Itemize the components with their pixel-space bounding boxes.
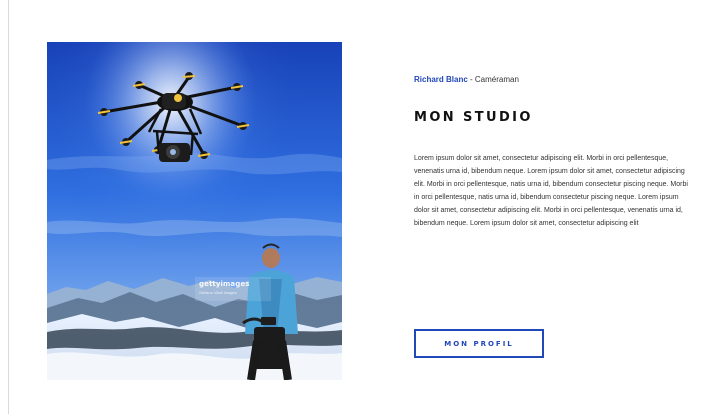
page-title: MON STUDIO bbox=[414, 110, 533, 125]
drone-photo-illustration bbox=[47, 42, 342, 380]
left-divider bbox=[8, 0, 9, 414]
byline-separator: - bbox=[467, 75, 475, 84]
author-role: Caméraman bbox=[474, 75, 519, 84]
studio-content: Richard Blanc - Caméraman MON STUDIO Lor… bbox=[414, 74, 690, 237]
photo-watermark: gettyimages Stefano Vitali Images bbox=[195, 277, 271, 301]
studio-description: Lorem ipsum dolor sit amet, consectetur … bbox=[414, 155, 688, 227]
byline: Richard Blanc - Caméraman bbox=[414, 74, 690, 86]
watermark-subtitle: Stefano Vitali Images bbox=[199, 290, 237, 295]
author-name: Richard Blanc bbox=[414, 75, 468, 84]
watermark-brand: gettyimages bbox=[199, 280, 250, 288]
hero-photo: gettyimages Stefano Vitali Images bbox=[47, 42, 342, 380]
profile-button[interactable]: MON PROFIL bbox=[414, 329, 544, 358]
page: gettyimages Stefano Vitali Images Richar… bbox=[0, 0, 715, 414]
